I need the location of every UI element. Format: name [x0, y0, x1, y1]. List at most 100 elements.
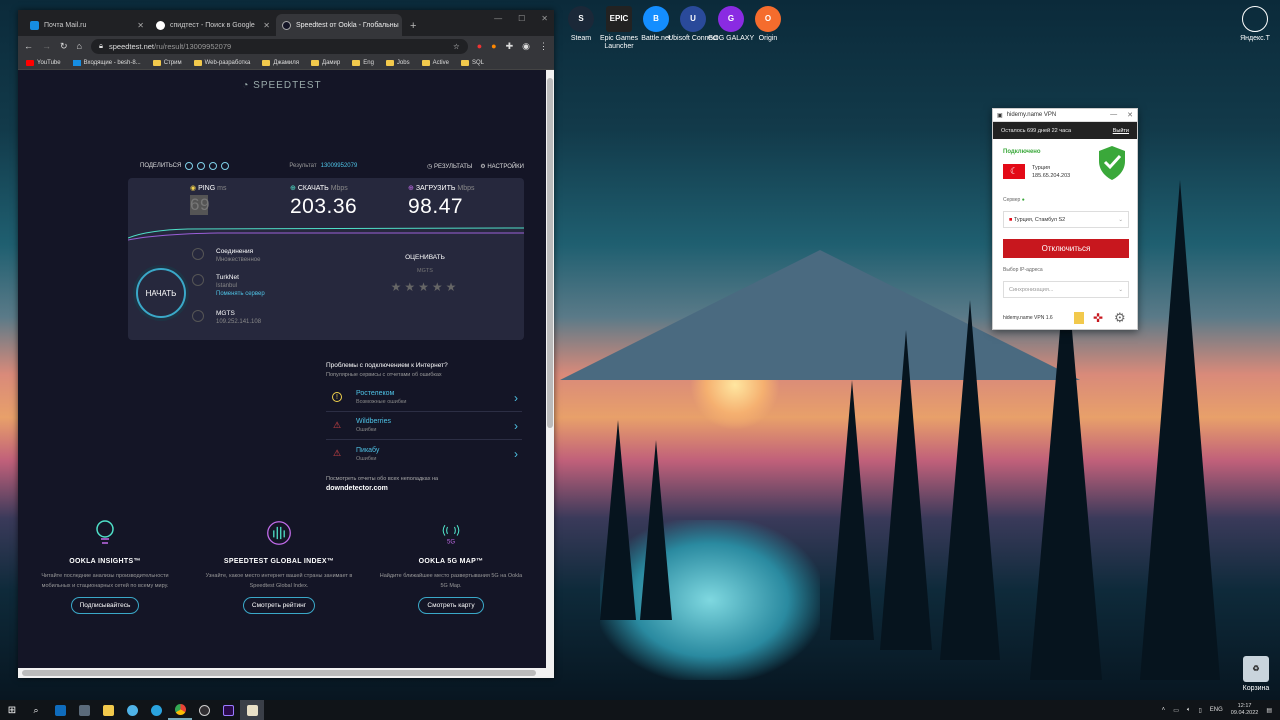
speedtest-icon — [282, 20, 291, 30]
chevron-down-icon: ⌄ — [1118, 216, 1123, 223]
system-tray: ˄ ▭ 🔈︎ ▯ ENG 12:17 09.04.2022 ▤ — [1162, 703, 1280, 717]
subscribe-button[interactable]: Подписывайтесь — [70, 597, 140, 614]
taskbar-chrome[interactable] — [168, 700, 192, 720]
server-info: TurkNet Istanbul Поменять сервер — [192, 274, 265, 297]
bookmark-folder[interactable]: Web-разработка — [193, 59, 250, 66]
close-icon[interactable]: ✕ — [137, 21, 144, 30]
bookmark-folder[interactable]: Дамир — [311, 59, 340, 66]
bookmark-folder[interactable]: Джамиля — [262, 59, 299, 66]
taskbar-outlook[interactable] — [48, 700, 72, 720]
tab-google[interactable]: спидтест - Поиск в Google ✕ — [150, 14, 276, 36]
5g-signal-icon: 5G — [438, 518, 464, 548]
minimize-icon[interactable]: — — [494, 14, 502, 23]
view-ranking-button[interactable]: Смотреть рейтинг — [242, 597, 316, 614]
extension-icon[interactable]: ● — [491, 41, 496, 51]
search-button[interactable]: ⌕ — [24, 700, 48, 720]
horizontal-scrollbar[interactable] — [18, 668, 546, 678]
bookmark-folder[interactable]: SQL — [460, 59, 484, 66]
downdetector-note: Посмотреть отчеты обо всех неполадках на… — [326, 476, 439, 492]
bookmark-folder[interactable]: Стрим — [152, 59, 182, 66]
results-button[interactable]: ◷ РЕЗУЛЬТАТЫ — [427, 163, 472, 170]
scrollbar-thumb[interactable] — [547, 78, 553, 428]
change-server-link[interactable]: Поменять сервер — [216, 291, 265, 297]
taskbar-premiere[interactable] — [216, 700, 240, 720]
notifications-icon[interactable]: ▤ — [1266, 707, 1272, 714]
taskbar-obs[interactable] — [192, 700, 216, 720]
result-id[interactable]: 13009952079 — [321, 163, 358, 169]
new-tab-button[interactable]: + — [402, 20, 424, 36]
bookmark-youtube[interactable]: YouTube — [26, 59, 61, 66]
minimize-icon[interactable]: — — [1110, 111, 1117, 119]
settings-button[interactable]: ⚙ НАСТРОЙКИ — [480, 163, 524, 170]
star-icon[interactable]: ☆ — [453, 42, 460, 51]
alert-icon: ⚠ — [332, 448, 342, 458]
extension-icon[interactable]: ● — [477, 41, 482, 51]
network-icon[interactable]: ▭ — [1173, 707, 1179, 714]
close-window-icon[interactable]: ✕ — [1127, 111, 1133, 119]
vertical-scrollbar[interactable] — [546, 70, 554, 678]
gear-icon[interactable]: ⚙ — [1114, 310, 1126, 326]
upload-metric: ⊕ ЗАГРУЗИТЬ Mbps 98.47 — [408, 185, 475, 218]
problems-title: Проблемы с подключением к Интернет? — [326, 362, 448, 369]
browser-window: Почта Mail.ru ✕ спидтест - Поиск в Google… — [18, 10, 554, 678]
user-icon — [192, 310, 204, 322]
problem-row[interactable]: ⚠ Пикабу Ошибки › — [326, 440, 522, 468]
reload-icon[interactable]: ↻ — [60, 41, 68, 52]
more-icon[interactable] — [221, 162, 230, 170]
maximize-icon[interactable]: ☐ — [518, 14, 525, 23]
lifebuoy-icon[interactable]: ✜ — [1093, 311, 1103, 325]
tab-speedtest[interactable]: Speedtest от Ookla - Глобальны✕ — [276, 14, 402, 36]
language-indicator[interactable]: ENG — [1210, 707, 1223, 713]
disconnect-button[interactable]: Отключиться — [1003, 239, 1129, 258]
server-select[interactable]: ■ Турция, Стамбул S2 ⌄ — [1003, 211, 1129, 228]
taskbar-vpn[interactable] — [240, 700, 264, 720]
close-icon[interactable]: ✕ — [263, 21, 270, 30]
problem-row[interactable]: ! Ростелеком Возможные ошибки › — [326, 384, 522, 412]
home-icon[interactable]: ⌂ — [77, 41, 82, 51]
start-button[interactable]: ⊞ — [0, 700, 24, 720]
back-icon[interactable]: ← — [24, 41, 33, 51]
speedtest-logo[interactable]: ◔ SPEEDTEST — [18, 80, 546, 91]
menu-icon[interactable]: ⋮ — [539, 41, 548, 52]
downdetector-link[interactable]: downdetector.com — [326, 485, 438, 492]
facebook-icon[interactable] — [209, 162, 218, 170]
logout-link[interactable]: Выйти — [1113, 128, 1129, 134]
rating-stars[interactable]: ★★★★★ — [380, 280, 470, 294]
bookmark-folder[interactable]: Jobs — [385, 59, 410, 66]
avatar[interactable]: ◉ — [522, 41, 530, 52]
taskbar-app[interactable] — [120, 700, 144, 720]
twitter-icon[interactable] — [197, 162, 206, 170]
bookmark-mail[interactable]: Входящие - besh-8... — [72, 59, 141, 66]
ip-select[interactable]: Синхронизация... ⌄ — [1003, 281, 1129, 298]
notes-icon[interactable] — [1074, 312, 1084, 324]
desktop-icon-origin[interactable]: O Origin — [739, 6, 797, 43]
scrollbar-thumb[interactable] — [22, 670, 536, 676]
bookmark-folder[interactable]: Active — [421, 59, 449, 66]
tab-mail[interactable]: Почта Mail.ru ✕ — [24, 14, 150, 36]
clock[interactable]: 12:17 09.04.2022 — [1231, 703, 1259, 717]
chevron-up-icon[interactable]: ˄ — [1162, 707, 1166, 713]
chevron-down-icon: ⌄ — [1118, 286, 1123, 293]
volume-icon[interactable]: 🔈︎ — [1187, 707, 1191, 714]
speedtest-logo-icon: ◔ — [242, 80, 254, 91]
battery-icon[interactable]: ▯ — [1198, 707, 1201, 714]
window-controls: — ☐ ✕ — [494, 14, 548, 23]
help-icon[interactable]: ● — [1022, 197, 1025, 203]
go-button[interactable]: НАЧАТЬ — [136, 268, 186, 318]
desktop-icon-recycle-bin[interactable]: ♻ Корзина — [1227, 656, 1280, 693]
share-row: ПОДЕЛИТЬСЯ Результат 13009952079 ◷ РЕЗУЛ… — [140, 162, 524, 170]
close-window-icon[interactable]: ✕ — [541, 14, 548, 23]
bookmark-folder[interactable]: Eng — [352, 59, 374, 66]
view-map-button[interactable]: Смотреть карту — [418, 597, 484, 614]
premiere-icon — [222, 704, 234, 716]
desktop-icon-yandex[interactable]: Яндекс.Т — [1226, 6, 1280, 43]
puzzle-icon[interactable]: ✚ — [506, 41, 514, 52]
taskbar-calculator[interactable] — [72, 700, 96, 720]
forward-icon[interactable]: → — [42, 41, 51, 51]
taskbar-explorer[interactable] — [96, 700, 120, 720]
url-field[interactable]: 🔒︎ speedtest.net/ru/result/13009952079 ☆ — [90, 38, 468, 54]
link-icon[interactable] — [185, 162, 194, 170]
ping-value: 69 — [190, 195, 210, 215]
problem-row[interactable]: ⚠ Wildberries Ошибки › — [326, 412, 522, 440]
taskbar-telegram[interactable] — [144, 700, 168, 720]
